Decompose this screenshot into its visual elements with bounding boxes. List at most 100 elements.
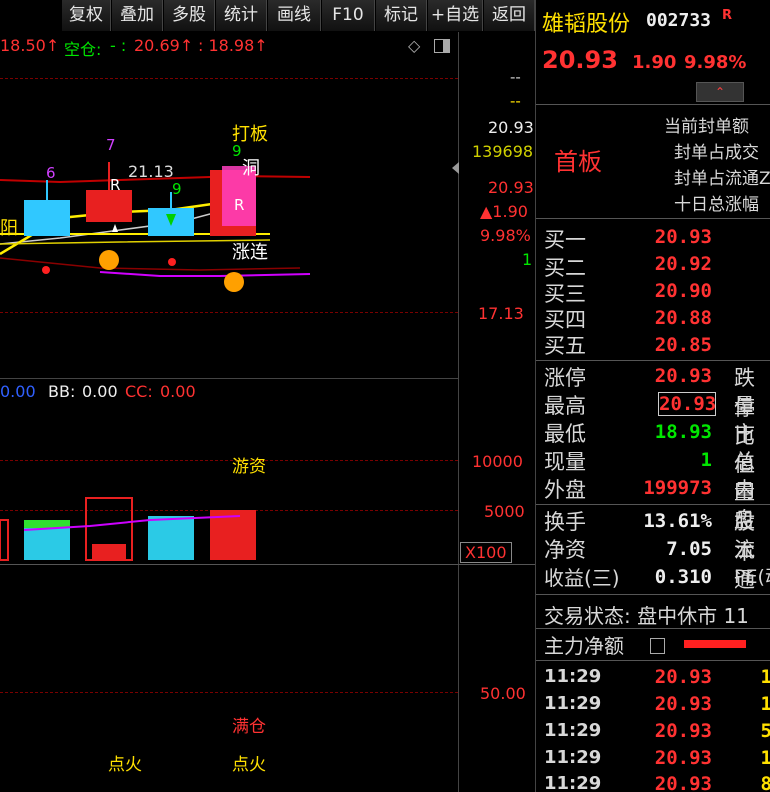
tick-time: 11:29 (544, 666, 602, 687)
toolbar-button-statistics[interactable]: 统计 (216, 0, 267, 31)
limit-up-value: 20.93 (654, 365, 712, 387)
tick-time: 11:29 (544, 773, 602, 792)
label-mancang: 满仓 (232, 717, 266, 737)
axis-x100[interactable]: X100 (460, 542, 512, 563)
label-high-price: 21.13 (128, 162, 174, 181)
coin-marker (99, 250, 119, 270)
label-r1: R (110, 176, 121, 194)
grid-line (0, 692, 458, 693)
tick-volume: 1 (682, 693, 770, 715)
stock-name: 雄韬股份 (542, 12, 631, 37)
seal-info-3: 封单占流通Z (674, 169, 770, 189)
eps-label: 收益(三) (544, 566, 620, 590)
bid-1-label: 买一 (544, 228, 586, 252)
main-net-bar (684, 640, 746, 648)
indicator-bb-value: 0.00 (82, 382, 118, 401)
candlestick-chart (0, 162, 311, 561)
axis-indicator-50: 50.00 (480, 684, 526, 703)
high-value[interactable]: 20.93 (658, 392, 716, 416)
low-value: 18.93 (654, 421, 712, 443)
dot-marker (168, 258, 176, 266)
toolbar-button-restore-rights[interactable]: 复权 (62, 0, 111, 31)
high-label: 最高 (544, 394, 586, 418)
axis-dash-1: -- (510, 68, 521, 86)
outer-vol-value: 199973 (643, 477, 712, 499)
toolbar-button-f10[interactable]: F10 (322, 0, 375, 31)
price-change-pct: 9.98% (684, 52, 747, 73)
main-net-label: 主力净额 (544, 634, 624, 658)
axis-change: ▲1.90 (480, 202, 528, 221)
volume-bar (0, 519, 9, 561)
axis-one: 1 (522, 250, 533, 269)
collapse-toggle[interactable]: ⌃ (696, 82, 744, 102)
label-dianhuo-2: 点火 (232, 755, 266, 775)
coin-marker (224, 272, 244, 292)
tick-time: 11:29 (544, 747, 602, 768)
section-divider-2 (0, 564, 535, 565)
quote-panel: 雄韬股份 002733 R 20.93 1.90 9.98% ⌃ 首板 当前封单… (535, 0, 770, 792)
axis-vol-10000: 10000 (472, 452, 523, 471)
toolbar-button-add-watchlist[interactable]: +自选 (428, 0, 483, 31)
seal-info-4: 十日总涨幅 (674, 195, 759, 215)
toolbar: 复权 叠加 多股 统计 画线 F10 标记 +自选 返回 (0, 0, 535, 32)
label-dianhuo-1: 点火 (108, 755, 142, 775)
dot-marker (42, 266, 50, 274)
candle-body (24, 200, 70, 236)
price-change: 1.90 (632, 52, 677, 73)
axis-vol-5000: 5000 (484, 502, 525, 521)
toolbar-button-overlay[interactable]: 叠加 (112, 0, 163, 31)
label-eight: 9 (172, 180, 182, 198)
axis-dash-2: -- (510, 92, 521, 110)
bid-1-price: 20.93 (654, 226, 712, 248)
toolbar-button-draw-line[interactable]: 画线 (268, 0, 321, 31)
label-youzi: 游资 (232, 457, 266, 477)
toolbar-button-mark[interactable]: 标记 (376, 0, 427, 31)
kline-chart-area[interactable]: 18.50↑ 空仓: - : 20.69↑ : 18.98↑ ◇ 打板 9 洞 … (0, 32, 535, 792)
axis-separator (458, 32, 459, 792)
indicator-cc-value: 0.00 (160, 382, 196, 401)
axis-price-last: 20.93 (488, 118, 534, 137)
candle-body (86, 190, 132, 222)
indicator-aa: 0.00 (0, 382, 36, 401)
bid-2-price: 20.92 (654, 253, 712, 275)
label-r2: R (234, 196, 245, 214)
price-marker-arrow (452, 162, 459, 174)
stock-code: 002733 (646, 10, 712, 31)
tick-volume: 8 (682, 773, 770, 792)
turnover-label: 换手 (544, 510, 586, 534)
bid-5-label: 买五 (544, 334, 586, 358)
label-kuiyang: 阳 (0, 218, 18, 239)
toolbar-button-back[interactable]: 返回 (484, 0, 535, 31)
tick-volume: 5 (682, 720, 770, 742)
list-icon[interactable] (650, 638, 665, 654)
seal-info-2: 封单占成交 (674, 143, 759, 163)
tick-time: 11:29 (544, 693, 602, 714)
tick-volume: 1 (682, 666, 770, 688)
last-price: 20.93 (542, 46, 618, 74)
toolbar-button-multi-stock[interactable]: 多股 (164, 0, 215, 31)
volume-bar (148, 516, 194, 560)
bid-3-price: 20.90 (654, 280, 712, 302)
label-nine: 9 (232, 142, 242, 160)
label-seven: 7 (106, 136, 116, 154)
margin-mark: R (722, 8, 733, 23)
seal-info-1: 当前封单额 (664, 117, 749, 137)
axis-volume: 139698 (472, 142, 534, 161)
ma-line-magenta (99, 271, 311, 277)
axis-price-now: 20.93 (488, 178, 534, 197)
limit-up-label: 涨停 (544, 366, 586, 390)
indicator-bb-label: BB: (48, 382, 76, 401)
net-asset-value: 7.05 (666, 538, 712, 560)
net-asset-label: 净资 (544, 538, 586, 562)
current-vol-label: 现量 (544, 450, 586, 474)
axis-low-price: 17.13 (478, 304, 524, 323)
bid-5-price: 20.85 (654, 334, 712, 356)
up-arrow-marker (112, 224, 118, 232)
first-board-label: 首板 (554, 148, 602, 176)
trade-status: 交易状态: 盘中休市 11 (544, 604, 749, 628)
tick-volume: 1 (682, 747, 770, 769)
turnover-value: 13.61% (643, 510, 712, 532)
current-vol-value: 1 (700, 449, 712, 471)
bid-4-price: 20.88 (654, 307, 712, 329)
low-label: 最低 (544, 422, 586, 446)
